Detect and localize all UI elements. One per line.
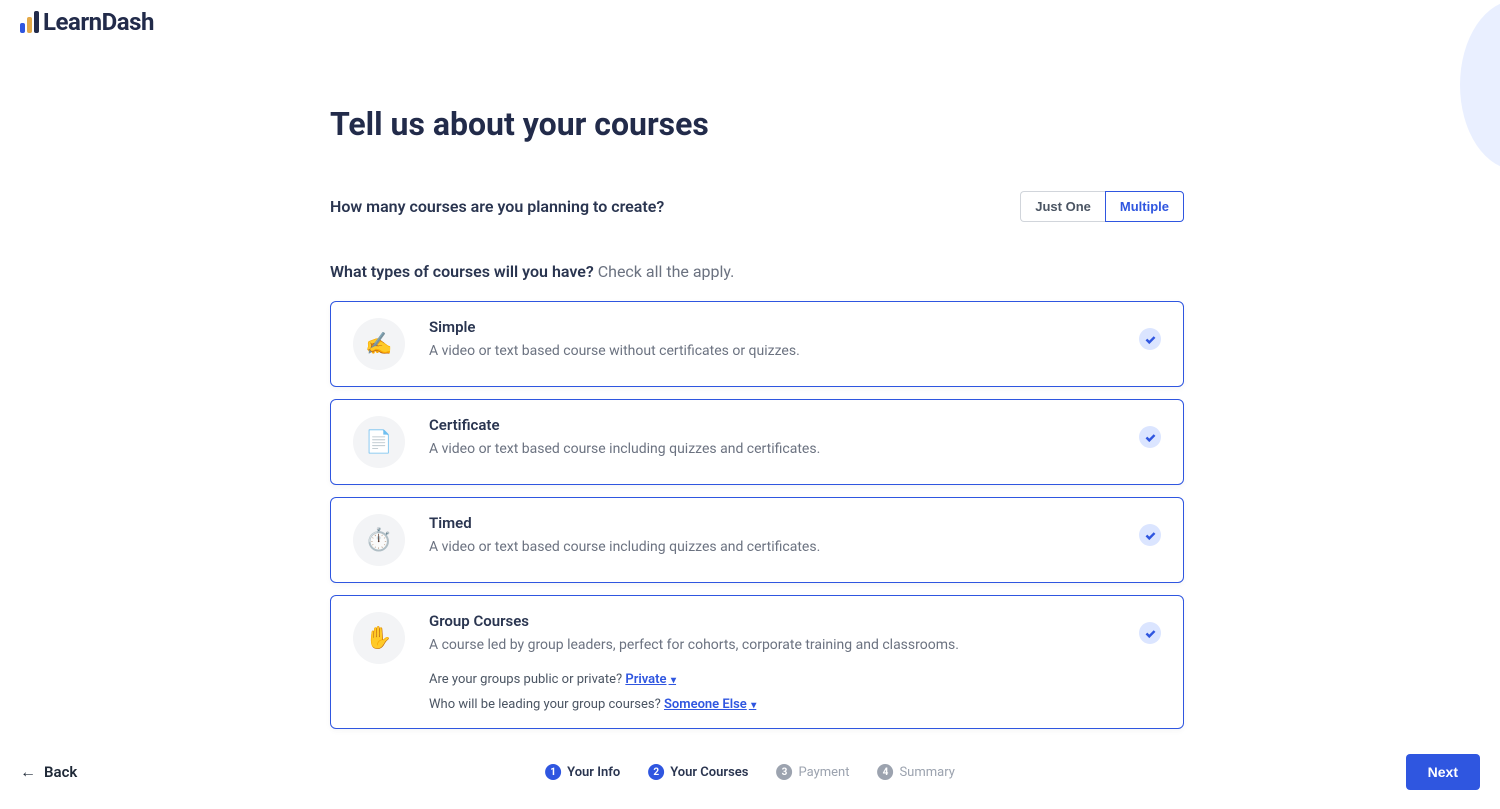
group-leader-dropdown[interactable]: Someone Else ▾ xyxy=(664,697,756,712)
step-number: 2 xyxy=(648,764,664,780)
course-type-card-group[interactable]: ✋ Group Courses A course led by group le… xyxy=(330,595,1184,729)
card-desc: A course led by group leaders, perfect f… xyxy=(429,636,1115,656)
group-visibility-dropdown[interactable]: Private ▾ xyxy=(625,672,676,687)
step-number: 4 xyxy=(877,764,893,780)
card-desc: A video or text based course including q… xyxy=(429,538,1115,558)
next-button[interactable]: Next xyxy=(1406,754,1480,790)
card-title: Simple xyxy=(429,318,1115,336)
wizard-steps: 1 Your Info 2 Your Courses 3 Payment 4 S… xyxy=(545,764,955,780)
decorative-blob xyxy=(1460,0,1500,170)
back-button[interactable]: ← Back xyxy=(20,762,77,782)
card-desc: A video or text based course without cer… xyxy=(429,342,1115,362)
writing-hand-icon: ✍️ xyxy=(353,318,405,370)
step-summary[interactable]: 4 Summary xyxy=(877,764,954,780)
course-type-card-timed[interactable]: ⏱️ Timed A video or text based course in… xyxy=(330,497,1184,583)
step-your-courses[interactable]: 2 Your Courses xyxy=(648,764,748,780)
arrow-left-icon: ← xyxy=(20,762,36,782)
course-types-question-hint: Check all the apply. xyxy=(594,262,735,281)
course-types-question-bold: What types of courses will you have? xyxy=(330,262,594,281)
card-desc: A video or text based course including q… xyxy=(429,440,1115,460)
card-title: Group Courses xyxy=(429,612,1115,630)
brand-name: LearnDash xyxy=(43,8,154,36)
card-title: Timed xyxy=(429,514,1115,532)
step-payment[interactable]: 3 Payment xyxy=(776,764,849,780)
raised-hand-icon: ✋ xyxy=(353,612,405,664)
page-icon: 📄 xyxy=(353,416,405,468)
courses-count-question: How many courses are you planning to cre… xyxy=(330,197,664,216)
logo-bars-icon xyxy=(20,11,39,33)
page-title: Tell us about your courses xyxy=(330,105,1184,143)
stopwatch-icon: ⏱️ xyxy=(353,514,405,566)
toggle-multiple[interactable]: Multiple xyxy=(1105,191,1184,222)
checkmark-icon xyxy=(1139,328,1161,350)
group-leader-question: Who will be leading your group courses? … xyxy=(429,697,1115,712)
step-your-info[interactable]: 1 Your Info xyxy=(545,764,620,780)
course-types-question: What types of courses will you have? Che… xyxy=(330,262,1184,281)
courses-count-toggle: Just One Multiple xyxy=(1020,191,1184,222)
checkmark-icon xyxy=(1139,622,1161,644)
course-type-card-simple[interactable]: ✍️ Simple A video or text based course w… xyxy=(330,301,1184,387)
checkmark-icon xyxy=(1139,524,1161,546)
brand-logo: LearnDash xyxy=(20,8,154,36)
group-visibility-question: Are your groups public or private? Priva… xyxy=(429,672,1115,687)
toggle-just-one[interactable]: Just One xyxy=(1020,191,1105,222)
checkmark-icon xyxy=(1139,426,1161,448)
step-number: 1 xyxy=(545,764,561,780)
chevron-down-icon: ▾ xyxy=(669,675,677,686)
back-label: Back xyxy=(44,763,77,781)
chevron-down-icon: ▾ xyxy=(749,700,757,711)
card-title: Certificate xyxy=(429,416,1115,434)
step-number: 3 xyxy=(776,764,792,780)
course-type-card-certificate[interactable]: 📄 Certificate A video or text based cour… xyxy=(330,399,1184,485)
